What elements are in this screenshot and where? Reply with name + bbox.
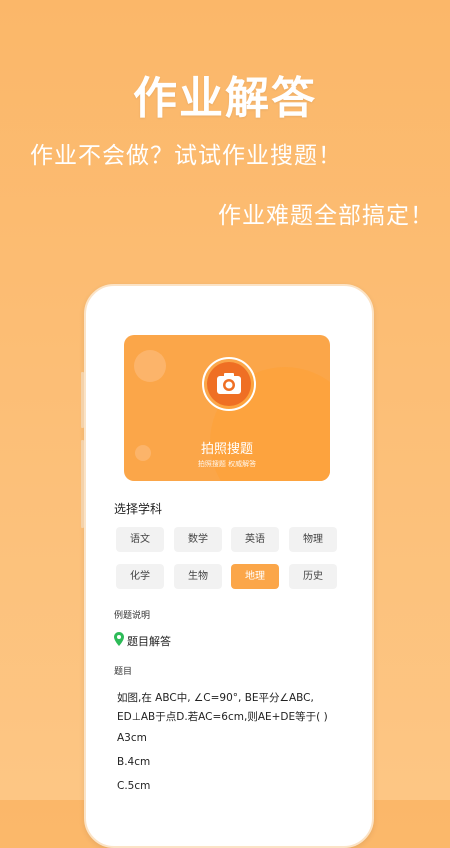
card-title: 拍照搜题 bbox=[200, 442, 253, 457]
option-c[interactable]: C.5cm bbox=[117, 780, 150, 792]
card-subtitle: 拍照搜题 权威解答 bbox=[197, 460, 257, 468]
location-pin-icon bbox=[114, 631, 124, 650]
phone-side-button bbox=[81, 440, 84, 528]
subjects-title: 选择学科 bbox=[114, 502, 163, 516]
question-line-2: ED⊥AB于点D.若AC=6cm,则AE+DE等于( ) bbox=[117, 711, 328, 723]
example-tag: 题目解答 bbox=[114, 631, 171, 650]
subject-chip-geography[interactable]: 地理 bbox=[231, 564, 279, 589]
phone-side-button bbox=[81, 372, 84, 428]
example-title: 例题说明 bbox=[114, 611, 151, 621]
question-line-1: 如图,在 ABC中, ∠C=90°, BE平分∠ABC, bbox=[117, 692, 314, 704]
hero-subtitle-2: 作业难题全部搞定！ bbox=[218, 203, 434, 229]
subject-chip-biology[interactable]: 生物 bbox=[174, 564, 222, 589]
subject-chip-chinese[interactable]: 语文 bbox=[116, 527, 164, 552]
example-tag-label: 题目解答 bbox=[127, 634, 171, 648]
hero-subtitle-1: 作业不会做？试试作业搜题！ bbox=[30, 143, 342, 169]
question-label: 题目 bbox=[114, 667, 133, 677]
option-a[interactable]: A3cm bbox=[117, 732, 147, 744]
subject-chip-math[interactable]: 数学 bbox=[174, 527, 222, 552]
subject-chip-english[interactable]: 英语 bbox=[231, 527, 279, 552]
subject-chip-physics[interactable]: 物理 bbox=[289, 527, 337, 552]
hero-title: 作业解答 bbox=[133, 73, 317, 124]
decor-circle bbox=[134, 350, 166, 382]
subject-chip-chemistry[interactable]: 化学 bbox=[116, 564, 164, 589]
option-b[interactable]: B.4cm bbox=[117, 756, 150, 768]
photo-search-card[interactable]: 拍照搜题 拍照搜题 权威解答 bbox=[124, 335, 330, 481]
camera-icon[interactable] bbox=[202, 357, 256, 411]
subject-chip-history[interactable]: 历史 bbox=[289, 564, 337, 589]
